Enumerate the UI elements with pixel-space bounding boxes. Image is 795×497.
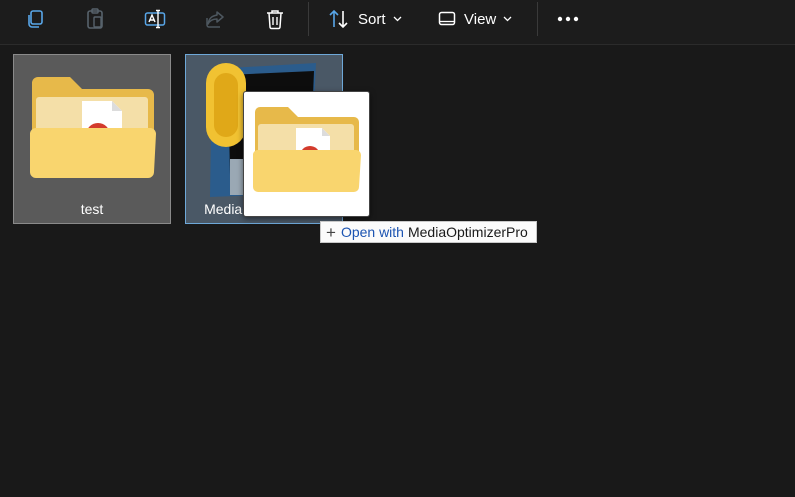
more-options-button[interactable] [554, 4, 582, 34]
plus-icon: + [326, 222, 336, 242]
toolbar-separator [308, 2, 309, 36]
paste-button[interactable] [82, 4, 108, 34]
delete-button[interactable] [262, 4, 288, 34]
sort-button[interactable]: Sort [328, 4, 408, 34]
more-icon [557, 16, 579, 22]
drop-action-target: MediaOptimizerPro [407, 224, 528, 240]
trash-icon [267, 10, 283, 30]
drop-action-tooltip: + Open with MediaOptimizerPro [320, 221, 537, 243]
share-icon [206, 11, 224, 28]
folder-icon [253, 107, 361, 192]
rename-icon [144, 9, 166, 29]
drop-action-verb: Open with [340, 224, 404, 240]
command-bar: Sort View [0, 0, 795, 45]
copy-button[interactable] [22, 4, 48, 34]
clipboard-icon [87, 8, 103, 29]
folder-icon [30, 77, 156, 178]
sort-icon [329, 9, 348, 29]
drag-preview [243, 91, 370, 217]
rename-button[interactable] [142, 4, 168, 34]
file-item-test[interactable]: test [13, 54, 171, 224]
view-label: View [464, 10, 497, 28]
copy-icon [28, 10, 43, 28]
share-button[interactable] [202, 4, 228, 34]
file-name: test [80, 201, 104, 217]
view-button[interactable]: View [438, 4, 522, 34]
sort-label: Sort [358, 10, 386, 28]
chevron-down-icon [393, 16, 401, 22]
toolbar-separator [537, 2, 538, 36]
view-icon [438, 11, 456, 26]
chevron-down-icon [503, 16, 512, 22]
